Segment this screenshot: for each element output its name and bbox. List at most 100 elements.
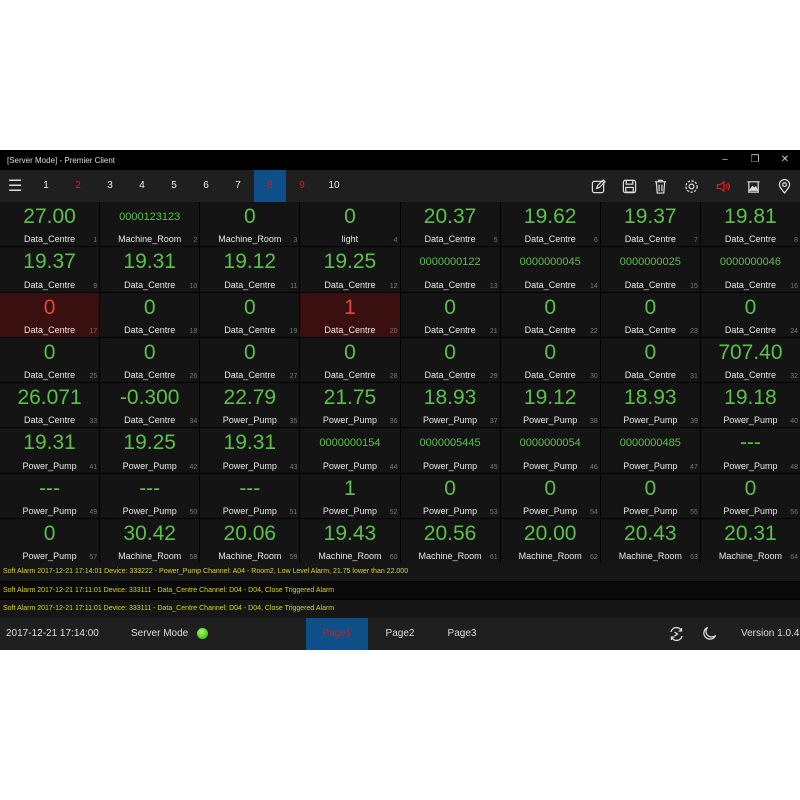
channel-cell[interactable]: --- Power_Pump 51 (200, 473, 300, 518)
page-button-2[interactable]: 2 (62, 170, 94, 202)
page-button-4[interactable]: 4 (126, 170, 158, 202)
channel-cell[interactable]: 0 Data_Centre 29 (400, 337, 500, 382)
channel-cell[interactable]: 19.18 Power_Pump 40 (700, 383, 800, 428)
channel-cell[interactable]: 0 Data_Centre 19 (200, 292, 300, 337)
channel-cell[interactable]: 19.12 Data_Centre 11 (200, 247, 300, 292)
page-button-3[interactable]: 3 (94, 170, 126, 202)
channel-cell[interactable]: 0 Power_Pump 55 (600, 473, 700, 518)
channel-cell[interactable]: 0 Data_Centre 30 (500, 337, 600, 382)
channel-cell[interactable]: 0000000485 Power_Pump 47 (600, 428, 700, 473)
channel-cell[interactable]: 0 Data_Centre 24 (700, 292, 800, 337)
minimize-button[interactable]: – (710, 150, 740, 170)
tab-page3[interactable]: Page3 (431, 618, 493, 650)
picture-icon[interactable] (738, 170, 769, 202)
channel-cell[interactable]: 0 light 4 (300, 202, 400, 247)
channel-cell[interactable]: 19.43 Machine_Room 60 (300, 518, 400, 563)
channel-cell[interactable]: 26.071 Data_Centre 33 (0, 383, 100, 428)
channel-cell[interactable]: 0 Data_Centre 22 (500, 292, 600, 337)
channel-label: Data_Centre (124, 415, 176, 426)
channel-cell[interactable]: 0000000046 Data_Centre 16 (700, 247, 800, 292)
channel-cell[interactable]: 20.00 Machine_Room 62 (500, 518, 600, 563)
alarm-row[interactable]: Soft Alarm 2017-12-21 17:14:01 Device: 3… (0, 563, 800, 582)
channel-cell[interactable]: 19.37 Data_Centre 7 (600, 202, 700, 247)
channel-cell[interactable]: 20.31 Machine_Room 64 (700, 518, 800, 563)
channel-cell[interactable]: 19.12 Power_Pump 38 (500, 383, 600, 428)
channel-cell[interactable]: 20.56 Machine_Room 61 (400, 518, 500, 563)
channel-cell[interactable]: --- Power_Pump 49 (0, 473, 100, 518)
location-icon[interactable] (769, 170, 800, 202)
channel-cell[interactable]: 19.31 Data_Centre 10 (100, 247, 200, 292)
channel-cell[interactable]: 19.37 Data_Centre 9 (0, 247, 100, 292)
tab-page2[interactable]: Page2 (369, 618, 431, 650)
channel-cell[interactable]: 30.42 Machine_Room 58 (100, 518, 200, 563)
channel-cell[interactable]: 1 Data_Centre 20 (300, 292, 400, 337)
page-button-6[interactable]: 6 (190, 170, 222, 202)
channel-number: 8 (794, 237, 798, 245)
tab-page1[interactable]: Page1 (306, 618, 368, 650)
channel-cell[interactable]: 0 Power_Pump 56 (700, 473, 800, 518)
channel-cell[interactable]: 0000000054 Power_Pump 46 (500, 428, 600, 473)
restore-button[interactable]: ❐ (740, 150, 770, 170)
channel-cell[interactable]: 1 Power_Pump 52 (300, 473, 400, 518)
channel-cell[interactable]: 19.62 Data_Centre 6 (500, 202, 600, 247)
close-button[interactable]: ✕ (770, 150, 800, 170)
save-icon[interactable] (614, 170, 645, 202)
channel-cell[interactable]: 0 Data_Centre 17 (0, 292, 100, 337)
channel-cell[interactable]: 0000000025 Data_Centre 15 (600, 247, 700, 292)
channel-cell[interactable]: 19.81 Data_Centre 8 (700, 202, 800, 247)
channel-cell[interactable]: 19.25 Power_Pump 42 (100, 428, 200, 473)
channel-cell[interactable]: 20.06 Machine_Room 59 (200, 518, 300, 563)
channel-cell[interactable]: --- Power_Pump 50 (100, 473, 200, 518)
channel-cell[interactable]: 18.93 Power_Pump 37 (400, 383, 500, 428)
channel-cell[interactable]: 707.40 Data_Centre 32 (700, 337, 800, 382)
settings-icon[interactable] (676, 170, 707, 202)
channel-cell[interactable]: 19.31 Power_Pump 41 (0, 428, 100, 473)
channel-cell[interactable]: 0 Data_Centre 25 (0, 337, 100, 382)
edit-icon[interactable] (583, 170, 614, 202)
channel-cell[interactable]: 0000123123 Machine_Room 2 (100, 202, 200, 247)
channel-label: Data_Centre (24, 370, 76, 380)
alarm-row[interactable]: Soft Alarm 2017-12-21 17:11:01 Device: 3… (0, 600, 800, 619)
channel-cell[interactable]: 20.43 Machine_Room 63 (600, 518, 700, 563)
page-button-1[interactable]: 1 (30, 170, 62, 202)
channel-cell[interactable]: 27.00 Data_Centre 1 (0, 202, 100, 247)
page-button-7[interactable]: 7 (222, 170, 254, 202)
channel-cell[interactable]: 18.93 Power_Pump 39 (600, 383, 700, 428)
channel-cell[interactable]: 0000000154 Power_Pump 44 (300, 428, 400, 473)
channel-cell[interactable]: 0 Data_Centre 27 (200, 337, 300, 382)
channel-cell[interactable]: 20.37 Data_Centre 5 (400, 202, 500, 247)
channel-cell[interactable]: 0 Power_Pump 54 (500, 473, 600, 518)
channel-cell[interactable]: 19.31 Power_Pump 43 (200, 428, 300, 473)
sync-icon[interactable] (668, 626, 685, 642)
channel-cell[interactable]: -0.300 Data_Centre 34 (100, 383, 200, 428)
channel-cell[interactable]: 0 Data_Centre 28 (300, 337, 400, 382)
channel-cell[interactable]: 0 Data_Centre 23 (600, 292, 700, 337)
channel-cell[interactable]: 0 Machine_Room 3 (200, 202, 300, 247)
channel-cell[interactable]: 0000005445 Power_Pump 45 (400, 428, 500, 473)
page-button-5[interactable]: 5 (158, 170, 190, 202)
dark-mode-icon[interactable] (702, 626, 717, 641)
channel-cell[interactable]: 0 Power_Pump 53 (400, 473, 500, 518)
channel-label: Power_Pump (122, 505, 177, 516)
channel-cell[interactable]: 0 Data_Centre 21 (400, 292, 500, 337)
channel-value: 0 (43, 521, 56, 545)
channel-cell[interactable]: 0 Power_Pump 57 (0, 518, 100, 563)
page-button-9[interactable]: 9 (286, 170, 318, 202)
channel-value: 0 (744, 476, 757, 500)
channel-cell[interactable]: 0000000045 Data_Centre 14 (500, 247, 600, 292)
channel-cell[interactable]: --- Power_Pump 48 (700, 428, 800, 473)
channel-cell[interactable]: 21.75 Power_Pump 36 (300, 383, 400, 428)
channel-cell[interactable]: 19.25 Data_Centre 12 (300, 247, 400, 292)
hamburger-menu-icon[interactable]: ☰ (0, 170, 30, 202)
delete-icon[interactable] (645, 170, 676, 202)
channel-cell[interactable]: 0 Data_Centre 18 (100, 292, 200, 337)
speaker-icon[interactable] (707, 170, 738, 202)
channel-cell[interactable]: 22.79 Power_Pump 35 (200, 383, 300, 428)
alarm-row[interactable]: Soft Alarm 2017-12-21 17:11:01 Device: 3… (0, 581, 800, 600)
page-button-10[interactable]: 10 (318, 170, 350, 202)
channel-cell[interactable]: 0000000122 Data_Centre 13 (400, 247, 500, 292)
channel-number: 23 (690, 327, 698, 335)
channel-cell[interactable]: 0 Data_Centre 26 (100, 337, 200, 382)
page-button-8[interactable]: 8 (254, 170, 286, 202)
channel-cell[interactable]: 0 Data_Centre 31 (600, 337, 700, 382)
